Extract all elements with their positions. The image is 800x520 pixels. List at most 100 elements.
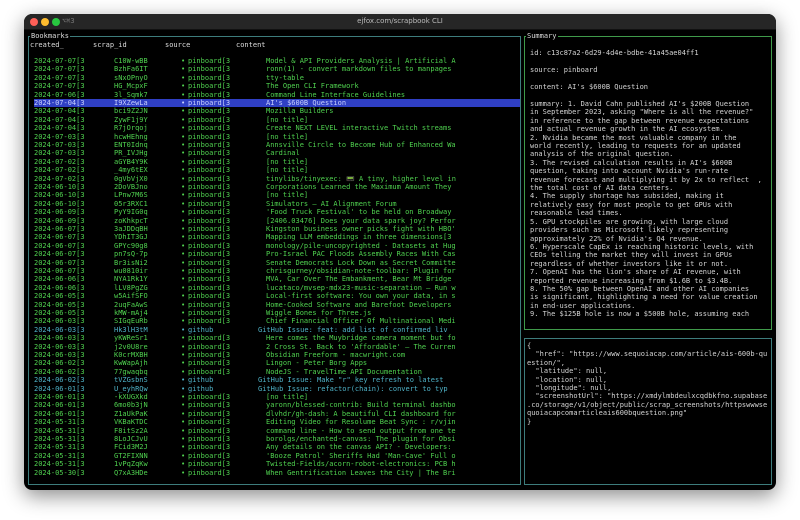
table-row[interactable]: 2024-07-07[3 C10W-wBB • pinboard[3 Model & A… <box>34 57 520 65</box>
table-row[interactable]: 2024-06-07[3 Br3isNi2 • pinboard[3 Senate De… <box>34 259 520 267</box>
column-header-created[interactable]: created_ <box>30 41 64 49</box>
table-row[interactable]: 2024-07-07[3 BzhFa6IT • pinboard[3 ronn(1) -… <box>34 65 520 73</box>
content-cell: monology/pile-uncopyrighted · Datasets a… <box>266 241 456 250</box>
table-row[interactable]: 2024-07-04[3 I9XZewLa • pinboard[3 AI's $600… <box>34 99 520 108</box>
table-row[interactable]: 2024-05-31[3 FCid3M2J • pinboard[3 Any detai… <box>34 443 520 451</box>
table-row[interactable]: 2024-06-07[3 GPYc90g8 • pinboard[3 monology/… <box>34 242 520 250</box>
table-row[interactable]: 2024-06-03[3 j2v0U8re • pinboard[3 2 Cross S… <box>34 343 520 351</box>
source-bullet-icon: • <box>181 90 186 99</box>
scrap-id-cell: C10W-wBB <box>114 57 148 65</box>
table-row[interactable]: 2024-07-02[3 aGYB4Y9K • pinboard[3 [no title… <box>34 158 520 166</box>
table-row[interactable]: 2024-07-04[3 bci9Z2JN • pinboard[3 Mozilla B… <box>34 107 520 115</box>
created-cell: 2024-06-06[3 <box>34 283 85 292</box>
table-row[interactable]: 2024-07-03[3 hcwHEhng • pinboard[3 [no title… <box>34 133 520 141</box>
table-row[interactable]: 2024-07-03[3 ENT0Idnq • pinboard[3 Annsville… <box>34 141 520 149</box>
column-header-content[interactable]: content <box>236 41 266 49</box>
table-row[interactable]: 2024-06-05[3 kMW-mAj4 • pinboard[3 Wiggle Bo… <box>34 309 520 317</box>
table-row[interactable]: 2024-06-06[3 NYA1Rk1Y • pinboard[3 MVA, Car … <box>34 275 520 283</box>
source-cell: pinboard[3 <box>188 267 231 275</box>
table-row[interactable]: 2024-06-10[3 05r3RXC1 • pinboard[3 Simulator… <box>34 200 520 208</box>
content-cell: tty-table <box>266 73 304 82</box>
source-cell: pinboard[3 <box>188 359 231 368</box>
text-line: is significant, highlighting a need for … <box>530 293 758 302</box>
content-cell: 'Food Truck Festival' to be held on Broa… <box>266 208 452 217</box>
table-row[interactable]: 2024-06-01[3 U_eyhRQw • github GitHub Issue:… <box>34 385 520 393</box>
table-row[interactable]: 2024-06-09[3 PyY9IG0q • pinboard[3 'Food Tru… <box>34 208 520 216</box>
table-row[interactable]: 2024-07-02[3 0gVbVjX0 • pinboard[3 tinylibs/… <box>34 175 520 183</box>
text-line: 6. Hyperscale CapEx is reaching historic… <box>530 242 754 251</box>
table-row[interactable]: 2024-05-31[3 8LoJCJvU • pinboard[3 borolgs/e… <box>34 435 520 443</box>
source-bullet-icon: • <box>181 216 186 225</box>
table-row[interactable]: 2024-06-05[3 2uqFaAwS • pinboard[3 Home-Cook… <box>34 301 520 309</box>
table-row[interactable]: 2024-06-01[3 -kXUGXkd • pinboard[3 [no title… <box>34 393 520 401</box>
table-row[interactable]: 2024-06-03[3 yKWReSr1 • pinboard[3 Here come… <box>34 334 520 342</box>
table-row[interactable]: 2024-06-03[3 Hk3lH3tM • github GitHub Issue:… <box>34 326 520 334</box>
table-row[interactable]: 2024-06-10[3 LPnw7M6S • pinboard[3 [no title… <box>34 191 520 199</box>
table-row[interactable]: 2024-07-04[3 R7jOrqoj • pinboard[3 Create NE… <box>34 124 520 132</box>
table-row[interactable]: 2024-06-05[3 w5AifSFO • pinboard[3 Local-fir… <box>34 292 520 300</box>
table-row[interactable]: 2024-07-04[3 ZywF1j9Y • pinboard[3 [no title… <box>34 116 520 124</box>
table-row[interactable]: 2024-06-07[3 YDhIT3GJ • pinboard[3 Mapping L… <box>34 233 520 241</box>
scrap-id-cell: R7jOrqoj <box>114 124 148 133</box>
table-row[interactable]: 2024-06-03[3 K0crMXBH • pinboard[3 Obsidian … <box>34 351 520 359</box>
table-row[interactable]: 2024-06-07[3 3aJDDqBH • pinboard[3 Kingston … <box>34 225 520 233</box>
source-bullet-icon: • <box>181 132 186 141</box>
scrap-id-cell: K0crMXBH <box>114 351 148 359</box>
table-row[interactable]: 2024-06-03[3 SIGqEuRb • pinboard[3 Chief Fin… <box>34 317 520 325</box>
source-bullet-icon: • <box>181 443 186 452</box>
text-line: regardless of whether investors like it … <box>530 259 729 268</box>
table-row[interactable]: 2024-06-02[3 77gwaqbq • pinboard[3 NodeJS - … <box>34 368 520 376</box>
table-row[interactable]: 2024-05-31[3 1vPqZqKw • pinboard[3 Twisted-F… <box>34 460 520 468</box>
scrap-id-cell: PR_IVJHg <box>114 149 148 158</box>
table-row[interactable]: 2024-07-07[3 HG_McpxF • pinboard[3 The Open … <box>34 82 520 90</box>
column-header-scrap-id[interactable]: scrap_id <box>93 41 127 49</box>
scrap-id-cell: pn7sQ-7p <box>114 250 148 259</box>
table-row[interactable]: 2024-06-01[3 Z1aUkPaK • pinboard[3 dlvhdr/gh… <box>34 410 520 418</box>
scrap-id-cell: GPYc90g8 <box>114 241 148 250</box>
content-cell: Chief Financial Officer Of Multinational… <box>266 317 456 326</box>
scrap-id-cell: KwWapAjh <box>114 359 148 368</box>
table-row[interactable]: 2024-05-31[3 GT2FIXNN • pinboard[3 'Booze Pa… <box>34 452 520 460</box>
source-bullet-icon: • <box>181 309 186 317</box>
created-cell: 2024-05-30[3 <box>34 468 85 477</box>
scrap-id-cell: U_eyhRQw <box>114 384 148 393</box>
table-row[interactable]: 2024-05-31[3 F8itSz2A • pinboard[3 command l… <box>34 427 520 435</box>
source-cell: pinboard[3 <box>188 468 231 477</box>
table-row[interactable]: 2024-05-31[3 VKBaKTDC • pinboard[3 Editing V… <box>34 418 520 426</box>
text-line: approximately 22% of Nvidia's Q4 revenue… <box>530 234 703 243</box>
table-row[interactable]: 2024-07-07[3 sNxOPnyO • pinboard[3 tty-table <box>34 74 520 82</box>
table-row[interactable]: 2024-05-30[3 Q7xA3HDe • pinboard[3 When Gent… <box>34 469 520 477</box>
source-bullet-icon: • <box>181 73 186 82</box>
table-row[interactable]: 2024-06-09[3 zoKhkpcT • pinboard[3 [2406.034… <box>34 217 520 225</box>
text-line: 8. The 50% gap between OpenAI and other … <box>530 284 750 293</box>
content-cell: dlvhdr/gh-dash: A beautiful CLI dashboar… <box>266 409 456 418</box>
table-row[interactable]: 2024-06-01[3 6mo0b3jN • pinboard[3 yaronn/bl… <box>34 401 520 409</box>
source-cell: pinboard[3 <box>188 443 231 452</box>
table-row[interactable]: 2024-07-06[3 3l_Sqmk7 • pinboard[3 Command L… <box>34 91 520 99</box>
content-cell: [no title] <box>266 166 309 175</box>
table-row[interactable]: 2024-06-10[3 2DoVBJno • pinboard[3 Corporati… <box>34 183 520 191</box>
table-row[interactable]: 2024-07-02[3 _4my6tEX • pinboard[3 [no title… <box>34 166 520 174</box>
column-header-source[interactable]: source <box>165 41 190 49</box>
table-row[interactable]: 2024-07-03[3 PR_IVJHg • pinboard[3 Cardinal <box>34 149 520 157</box>
created-cell: 2024-07-02[3 <box>34 157 85 166</box>
source-bullet-icon: • <box>181 258 186 267</box>
source-cell: pinboard[3 <box>188 73 231 82</box>
table-row[interactable]: 2024-06-06[3 lLV8PgZG • pinboard[3 lucataco/… <box>34 284 520 292</box>
scrap-id-cell: _4my6tEX <box>114 166 148 175</box>
table-row[interactable]: 2024-06-07[3 pn7sQ-7p • pinboard[3 Pro-Israe… <box>34 250 520 258</box>
created-cell: 2024-06-09[3 <box>34 208 85 217</box>
content-cell: Senate Democrats Lock Down as Secret Com… <box>266 258 456 267</box>
content-cell: Local-first software: You own your data,… <box>266 292 456 301</box>
source-cell: pinboard[3 <box>188 124 231 133</box>
table-row[interactable]: 2024-06-02[3 tVZGsbnS • github GitHub Issue:… <box>34 376 520 384</box>
source-cell: pinboard[3 <box>188 90 231 99</box>
scrap-id-cell: F8itSz2A <box>114 426 148 435</box>
table-row[interactable]: 2024-06-02[3 KwWapAjh • pinboard[3 Lingon - … <box>34 359 520 367</box>
text-line: "location": null, <box>527 375 608 384</box>
created-cell: 2024-06-02[3 <box>34 376 85 385</box>
source-bullet-icon: • <box>181 426 186 435</box>
scrap-id-cell: 3aJDDqBH <box>114 225 148 233</box>
table-row[interactable]: 2024-06-07[3 wu0810ir • pinboard[3 chrisgurn… <box>34 267 520 275</box>
text-line: 9. The $125B hole is now a $500B hole, a… <box>530 310 750 319</box>
